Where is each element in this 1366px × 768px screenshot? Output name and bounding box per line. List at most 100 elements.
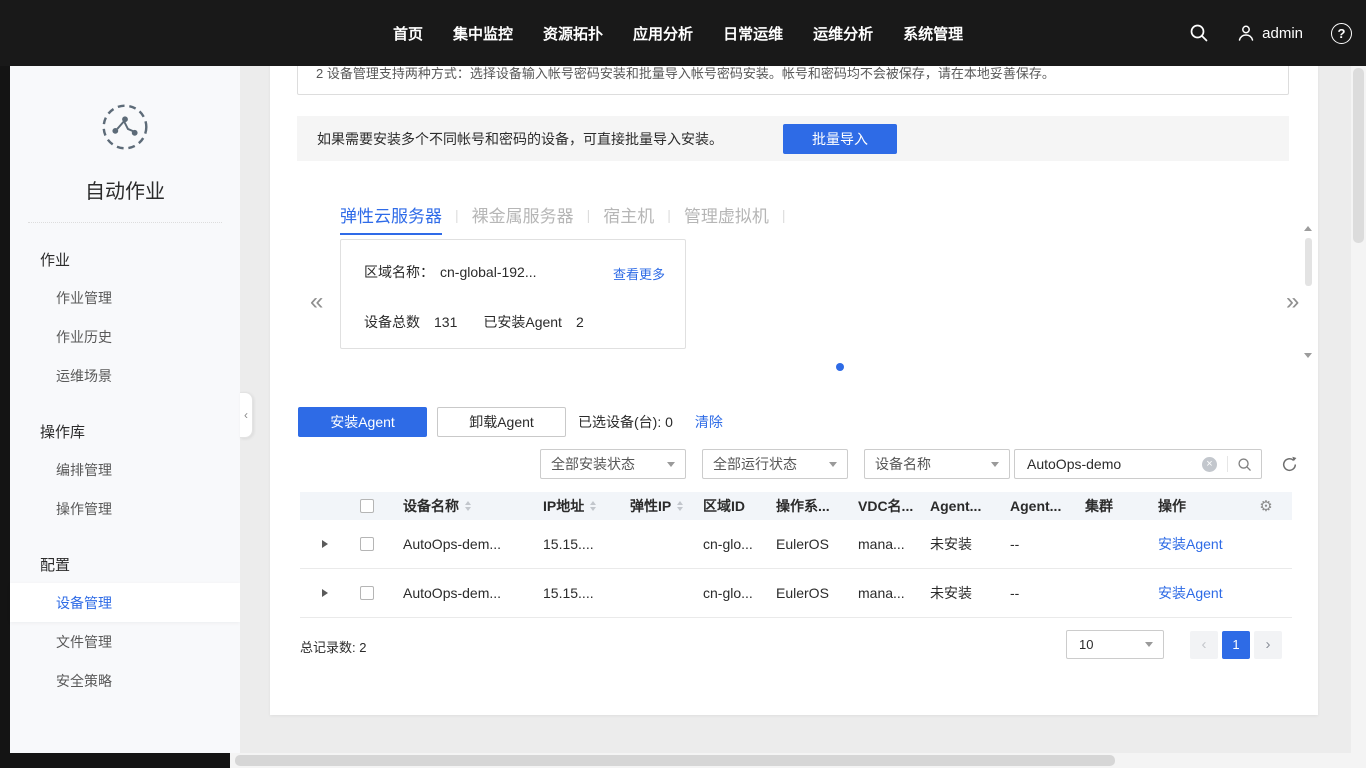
cell-agent-version: --	[1002, 585, 1077, 601]
sort-ip-icon[interactable]	[590, 501, 596, 511]
tab-separator	[782, 207, 786, 223]
region-name-row: 区域名称： cn-global-192...	[364, 262, 537, 282]
nav-item-daily-ops[interactable]: 日常运维	[723, 23, 783, 44]
cell-device-name: AutoOps-dem...	[395, 536, 535, 552]
search-input[interactable]: AutoOps-demo ×	[1014, 449, 1262, 479]
vertical-scrollbar-thumb[interactable]	[1353, 68, 1364, 243]
server-type-tabs: 弹性云服务器 裸金属服务器 宿主机 管理虚拟机	[340, 202, 799, 227]
nav-item-central-monitoring[interactable]: 集中监控	[453, 23, 513, 44]
tab-separator	[667, 207, 671, 223]
sidebar-group-jobs[interactable]: 作业	[40, 249, 240, 270]
username-label: admin	[1262, 25, 1303, 42]
app-title: 自动作业	[10, 175, 240, 204]
prev-page-button[interactable]: ‹	[1190, 631, 1218, 659]
sidebar-group-configuration[interactable]: 配置	[40, 554, 240, 575]
tab-bare-metal-server[interactable]: 裸金属服务器	[472, 202, 574, 227]
chevron-down-icon	[667, 462, 675, 467]
header-action: 操作	[1150, 496, 1240, 516]
search-submit-icon[interactable]	[1237, 457, 1252, 472]
nav-item-resource-topology[interactable]: 资源拓扑	[543, 23, 603, 44]
search-icon[interactable]	[1189, 23, 1209, 43]
column-settings-gear-icon[interactable]: ⚙	[1259, 497, 1272, 515]
banner-text: 如果需要安装多个不同帐号和密码的设备，可直接批量导入安装。	[317, 129, 723, 149]
horizontal-scrollbar-thumb[interactable]	[235, 755, 1115, 766]
sidebar-group-operation-library[interactable]: 操作库	[40, 421, 240, 442]
cell-ip: 15.15....	[535, 585, 622, 601]
agent-toolbar: 安装Agent 卸载Agent 已选设备(台): 0 清除	[298, 407, 723, 437]
sidebar-item-file-management[interactable]: 文件管理	[10, 622, 240, 661]
uninstall-agent-button[interactable]: 卸载Agent	[437, 407, 566, 437]
main-area: 2 设备管理支持两种方式：选择设备输入帐号密码安装和批量导入帐号密码安装。帐号和…	[240, 66, 1351, 753]
carousel-next-icon[interactable]: »	[1286, 288, 1299, 316]
sort-device-name-icon[interactable]	[465, 501, 471, 511]
scroll-up-icon[interactable]	[1304, 226, 1312, 231]
sidebar-item-device-management[interactable]: 设备管理	[10, 583, 240, 622]
region-stats-row: 设备总数 131 已安装Agent 2	[364, 312, 584, 332]
nav-item-app-analysis[interactable]: 应用分析	[633, 23, 693, 44]
tab-separator	[587, 207, 591, 223]
row-install-agent-link[interactable]: 安装Agent	[1158, 583, 1223, 603]
carousel-indicator-dot[interactable]	[836, 363, 844, 371]
tab-managed-vm[interactable]: 管理虚拟机	[684, 202, 769, 227]
cell-ip: 15.15....	[535, 536, 622, 552]
nav-item-ops-analysis[interactable]: 运维分析	[813, 23, 873, 44]
header-os: 操作系...	[768, 496, 850, 516]
device-table: 设备名称 IP地址 弹性IP 区域ID 操作系... VDC名... Agent…	[300, 492, 1292, 618]
help-icon[interactable]: ?	[1331, 23, 1352, 44]
sidebar-item-orchestration-management[interactable]: 编排管理	[10, 450, 240, 489]
top-navbar: 首页 集中监控 资源拓扑 应用分析 日常运维 运维分析 系统管理 admin ?	[0, 0, 1366, 66]
notice-text: 2 设备管理支持两种方式：选择设备输入帐号密码安装和批量导入帐号密码安装。帐号和…	[316, 66, 1055, 82]
sidebar-item-job-history[interactable]: 作业历史	[10, 317, 240, 356]
sidebar-collapse-handle[interactable]: ‹	[240, 392, 253, 438]
tab-host-machine[interactable]: 宿主机	[603, 202, 654, 227]
install-status-select[interactable]: 全部安装状态	[540, 449, 686, 479]
page-size-select[interactable]: 10	[1066, 630, 1164, 659]
row-checkbox[interactable]	[360, 586, 374, 600]
total-records-label: 总记录数: 2	[300, 637, 366, 656]
sort-eip-icon[interactable]	[677, 501, 683, 511]
cell-agent-version: --	[1002, 536, 1077, 552]
region-card[interactable]: 区域名称： cn-global-192... 查看更多 设备总数 131 已安装…	[340, 239, 686, 349]
carousel-prev-icon[interactable]: «	[310, 288, 323, 316]
batch-import-button[interactable]: 批量导入	[783, 124, 897, 154]
navbar-right: admin ?	[1189, 0, 1352, 66]
horizontal-scrollbar[interactable]	[230, 753, 1366, 768]
next-page-button[interactable]: ›	[1254, 631, 1282, 659]
row-install-agent-link[interactable]: 安装Agent	[1158, 534, 1223, 554]
cell-vdc: mana...	[850, 585, 922, 601]
sidebar-item-security-policy[interactable]: 安全策略	[10, 661, 240, 700]
sidebar-menu: 作业 作业管理 作业历史 运维场景 操作库 编排管理 操作管理 配置 设备管理 …	[10, 249, 240, 700]
clear-selection-link[interactable]: 清除	[695, 412, 723, 432]
install-agent-button[interactable]: 安装Agent	[298, 407, 427, 437]
scrollbar-thumb[interactable]	[1305, 238, 1312, 286]
scroll-down-icon[interactable]	[1304, 353, 1312, 358]
nav-item-system-management[interactable]: 系统管理	[903, 23, 963, 44]
clear-search-icon[interactable]: ×	[1202, 457, 1217, 472]
view-more-link[interactable]: 查看更多	[613, 264, 665, 283]
app-logo: 自动作业	[10, 66, 240, 204]
batch-import-banner: 如果需要安装多个不同帐号和密码的设备，可直接批量导入安装。 批量导入	[297, 116, 1289, 161]
vertical-scrollbar[interactable]	[1351, 66, 1366, 753]
search-field-select[interactable]: 设备名称	[864, 449, 1010, 479]
region-name-label: 区域名称：	[364, 262, 434, 282]
sidebar-item-ops-scenario[interactable]: 运维场景	[10, 356, 240, 395]
page-1-button[interactable]: 1	[1222, 631, 1250, 659]
sidebar-item-job-management[interactable]: 作业管理	[10, 278, 240, 317]
sidebar-item-operation-management[interactable]: 操作管理	[10, 489, 240, 528]
tab-elastic-cloud-server[interactable]: 弹性云服务器	[340, 202, 442, 227]
content-card: 2 设备管理支持两种方式：选择设备输入帐号密码安装和批量导入帐号密码安装。帐号和…	[270, 66, 1318, 715]
select-all-checkbox[interactable]	[360, 499, 374, 513]
device-search-group: 设备名称 AutoOps-demo ×	[864, 449, 1262, 479]
refresh-icon[interactable]	[1281, 456, 1298, 473]
run-status-select[interactable]: 全部运行状态	[702, 449, 848, 479]
selected-devices-label: 已选设备(台): 0	[578, 412, 673, 432]
expand-row-icon[interactable]	[322, 540, 328, 548]
expand-row-icon[interactable]	[322, 589, 328, 597]
search-input-value: AutoOps-demo	[1015, 456, 1202, 472]
user-menu[interactable]: admin	[1237, 24, 1303, 42]
main-menu: 首页 集中监控 资源拓扑 应用分析 日常运维 运维分析 系统管理	[393, 0, 963, 66]
run-status-value: 全部运行状态	[713, 454, 797, 474]
row-checkbox[interactable]	[360, 537, 374, 551]
nav-item-home[interactable]: 首页	[393, 23, 423, 44]
carousel-scrollbar[interactable]	[1302, 224, 1315, 360]
